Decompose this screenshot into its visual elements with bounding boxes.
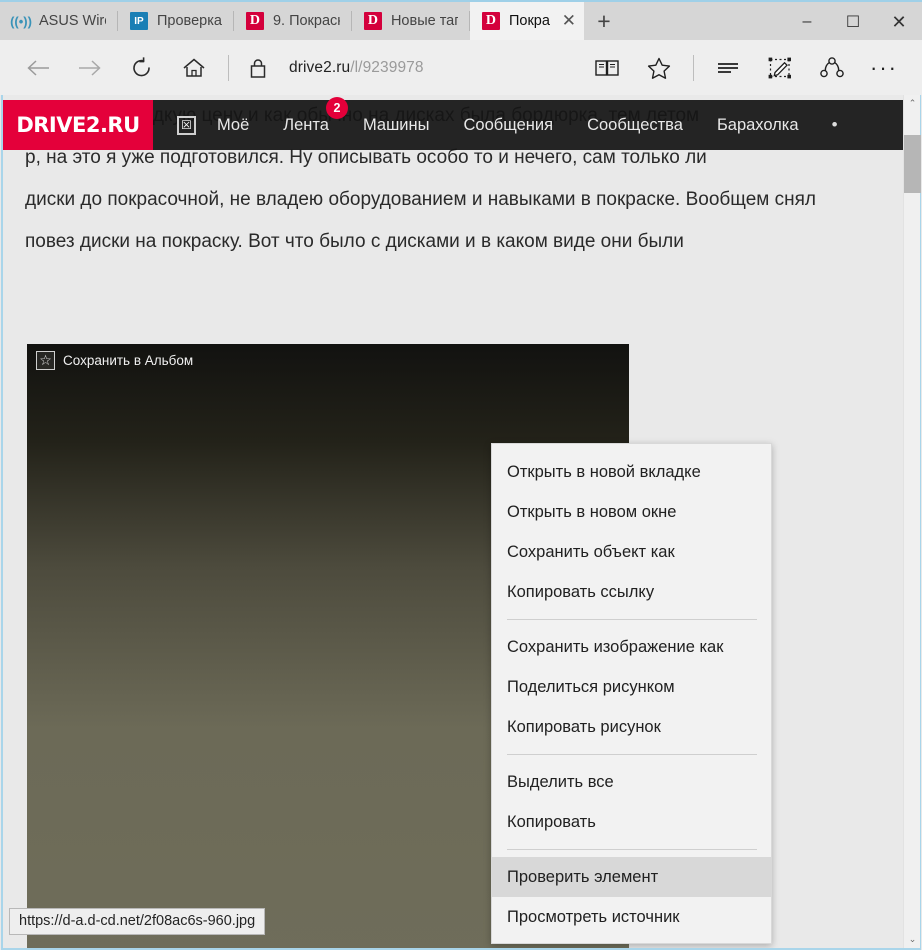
web-note-icon <box>768 57 791 78</box>
context-menu-item-copy[interactable]: Копировать <box>492 802 771 842</box>
sitenav-item-baraholka[interactable]: Барахолка <box>700 116 816 135</box>
hub-lines-icon <box>718 62 738 73</box>
tab-title: Новые тап <box>390 13 458 29</box>
wifi-icon: ((•)) <box>10 13 32 29</box>
address-bar[interactable]: drive2.ru/l/9239978 <box>279 59 581 77</box>
context-menu-separator-3 <box>507 849 757 850</box>
sitenav-item-label: Лента <box>283 115 329 134</box>
window-close-button[interactable]: ✕ <box>876 2 922 42</box>
refresh-icon <box>133 56 150 76</box>
tab-strip: ((•)) ASUS Wire IP Проверка D 9. Покраск… <box>0 0 922 40</box>
maximize-button[interactable]: ☐ <box>830 2 876 42</box>
page-viewport: о за очень сладкую цену и как обычно на … <box>1 95 921 950</box>
forward-button[interactable] <box>64 46 116 90</box>
menu-toggle-icon[interactable]: ☒ <box>177 115 196 135</box>
tab-pokra-active[interactable]: D Покра ✕ <box>469 2 584 40</box>
sitenav-item-soobshestva[interactable]: Сообщества <box>570 116 700 135</box>
context-menu-item-select-all[interactable]: Выделить все <box>492 762 771 802</box>
notification-badge: 2 <box>325 96 348 119</box>
context-menu: Открыть в новой вкладке Открыть в новом … <box>491 443 772 944</box>
more-options-button[interactable]: ··· <box>858 46 910 90</box>
home-icon <box>183 58 205 77</box>
navigation-bar: drive2.ru/l/9239978 ··· <box>0 40 922 95</box>
context-menu-item-copy-picture[interactable]: Копировать рисунок <box>492 707 771 747</box>
address-domain: drive2.ru <box>289 58 351 76</box>
context-menu-item-open-new-tab[interactable]: Открыть в новой вкладке <box>492 452 771 492</box>
site-logo[interactable]: DRIVE2.RU <box>3 100 153 150</box>
scrollbar-thumb[interactable] <box>904 135 921 193</box>
status-bar-url: https://d-a.d-cd.net/2f08ac6s-960.jpg <box>9 908 266 935</box>
tab-title: 9. Покраск <box>272 13 340 29</box>
vertical-scrollbar[interactable]: ⌃ ⌄ <box>903 95 921 948</box>
scroll-down-icon[interactable]: ⌄ <box>904 931 921 948</box>
lock-icon <box>250 58 266 78</box>
browser-window: ((•)) ASUS Wire IP Проверка D 9. Покраск… <box>0 0 922 950</box>
article-line-2: повез диски на покраску. Вот что было с … <box>25 231 684 252</box>
context-menu-separator-2 <box>507 754 757 755</box>
sitenav-item-lenta[interactable]: Лента 2 <box>266 96 348 135</box>
save-to-album-label: Сохранить в Альбом <box>63 353 194 368</box>
forward-arrow-icon <box>79 59 101 76</box>
share-icon <box>820 56 844 77</box>
site-security-lock[interactable] <box>237 57 279 79</box>
reading-view-button[interactable] <box>581 46 633 90</box>
drive2-icon: D <box>245 12 264 30</box>
favorites-button[interactable] <box>633 46 685 90</box>
tab-asus-wire[interactable]: ((•)) ASUS Wire <box>0 2 118 40</box>
back-arrow-icon <box>27 59 49 76</box>
site-navigation: DRIVE2.RU ☒ Моё Лента 2 Машины Сообщения… <box>3 96 909 150</box>
article-line-1: диски до покрасочной, не владею оборудов… <box>25 189 816 210</box>
hub-button[interactable] <box>702 46 754 90</box>
toolbar-divider-2 <box>693 54 694 81</box>
ip-icon: IP <box>130 12 148 30</box>
refresh-button[interactable] <box>116 46 168 90</box>
site-nav-items: ☒ Моё Лента 2 Машины Сообщения Сообществ… <box>153 96 838 135</box>
web-note-button[interactable] <box>754 46 806 90</box>
sitenav-item-moyo[interactable]: Моё <box>200 116 266 135</box>
context-menu-separator-1 <box>507 619 757 620</box>
scroll-up-icon[interactable]: ⌃ <box>904 95 921 112</box>
toolbar-actions: ··· <box>581 46 910 90</box>
tab-proverka[interactable]: IP Проверка <box>118 2 234 40</box>
book-icon <box>595 59 619 76</box>
tab-title: ASUS Wire <box>39 13 106 29</box>
home-button[interactable] <box>168 46 220 90</box>
context-menu-item-save-image-as[interactable]: Сохранить изображение как <box>492 627 771 667</box>
save-to-album-button[interactable]: ☆ Сохранить в Альбом <box>36 351 193 370</box>
back-button[interactable] <box>12 46 64 90</box>
context-menu-item-copy-link[interactable]: Копировать ссылку <box>492 572 771 612</box>
tab-pokraska-9[interactable]: D 9. Покраск <box>234 2 352 40</box>
star-icon <box>647 57 671 79</box>
star-icon: ☆ <box>36 351 55 370</box>
context-menu-item-share-picture[interactable]: Поделиться рисунком <box>492 667 771 707</box>
drive2-icon: D <box>363 12 382 30</box>
address-path: /l/9239978 <box>350 58 424 76</box>
toolbar-divider <box>228 54 229 81</box>
context-menu-item-inspect-element[interactable]: Проверить элемент <box>492 857 771 897</box>
tab-novye-tap[interactable]: D Новые тап <box>352 2 470 40</box>
minimize-button[interactable]: – <box>784 2 830 42</box>
sitenav-overflow-dot[interactable]: • <box>832 115 838 135</box>
context-menu-item-view-source[interactable]: Просмотреть источник <box>492 897 771 937</box>
drive2-icon: D <box>481 12 500 30</box>
context-menu-item-save-target-as[interactable]: Сохранить объект как <box>492 532 771 572</box>
tab-title: Покра <box>508 13 550 29</box>
context-menu-item-open-new-window[interactable]: Открыть в новом окне <box>492 492 771 532</box>
close-icon[interactable]: ✕ <box>558 10 580 32</box>
sitenav-item-soobsheniya[interactable]: Сообщения <box>447 116 571 135</box>
new-tab-button[interactable]: + <box>584 2 624 40</box>
share-button[interactable] <box>806 46 858 90</box>
tab-title: Проверка <box>157 13 222 29</box>
sitenav-item-mashiny[interactable]: Машины <box>346 116 447 135</box>
tabstrip-spacer <box>624 2 784 40</box>
